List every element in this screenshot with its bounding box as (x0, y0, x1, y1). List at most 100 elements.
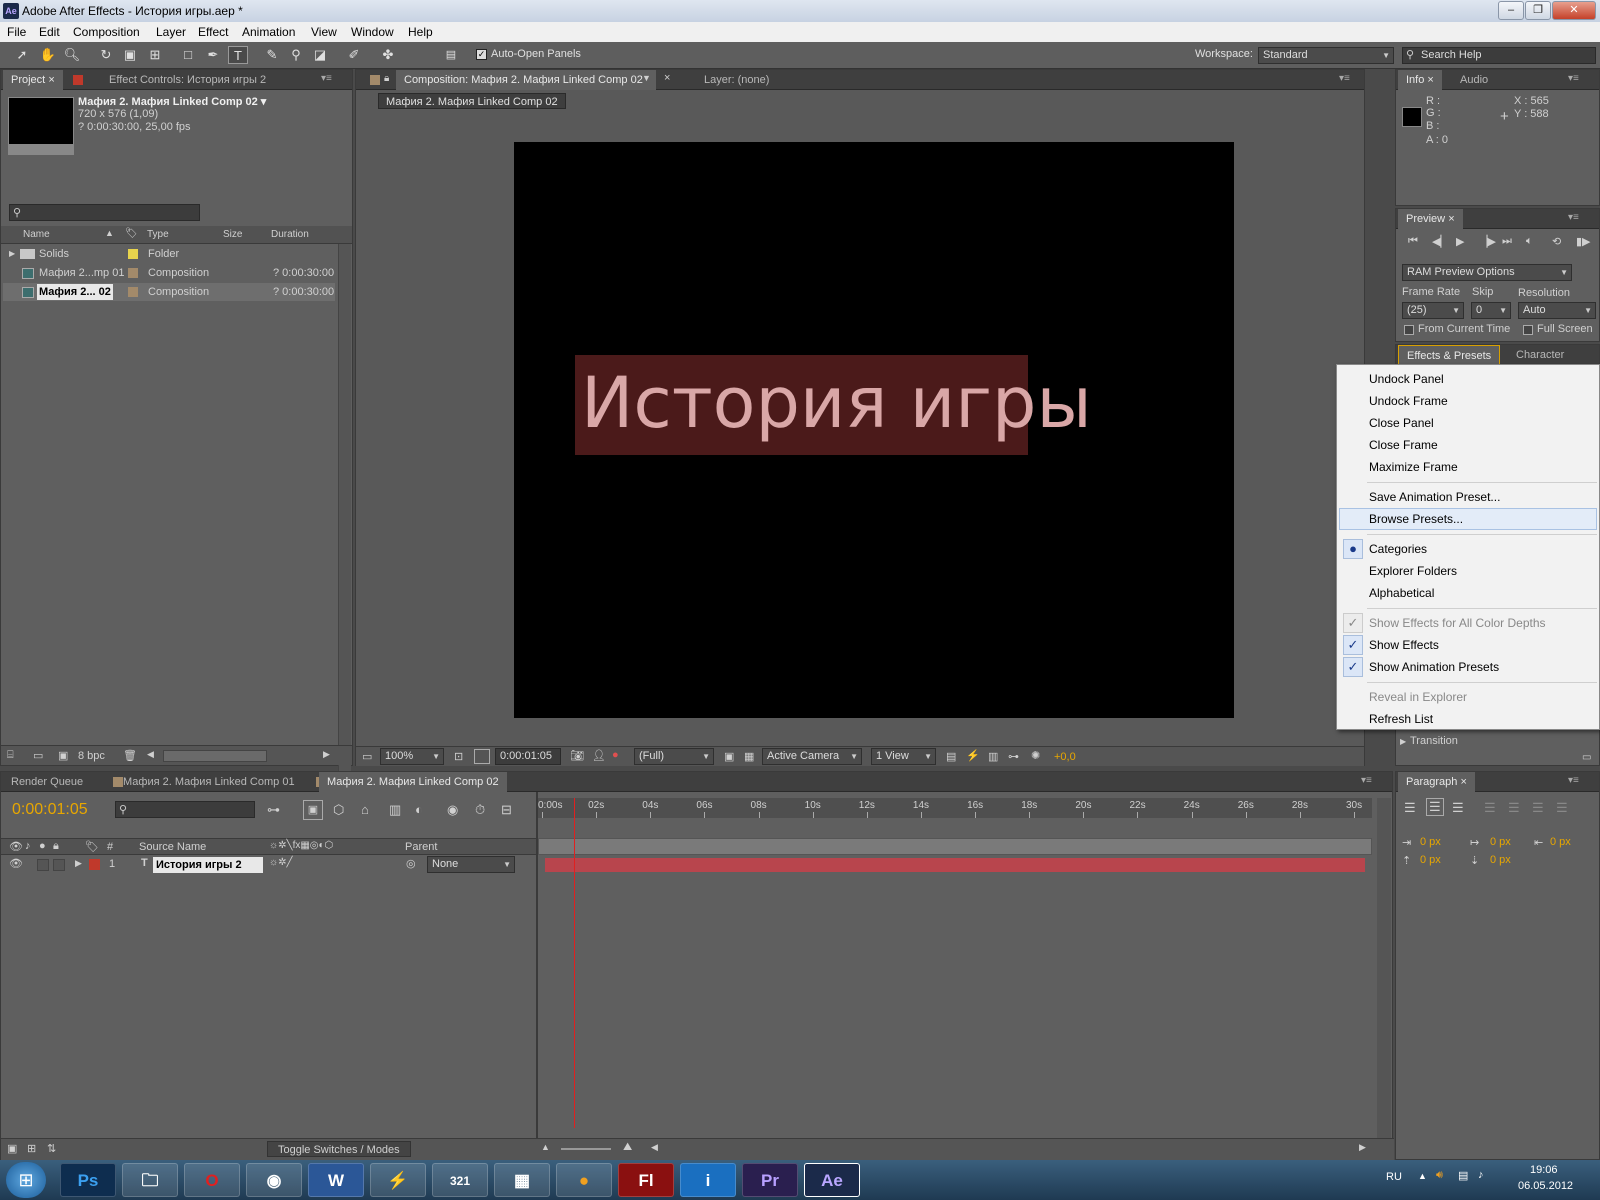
menu-save-animation-preset[interactable]: Save Animation Preset... (1369, 486, 1500, 508)
selection-tool-icon[interactable]: ➚ (12, 46, 32, 64)
panel-menu-icon[interactable]: ▾≡ (1339, 74, 1353, 84)
indent-left-value[interactable]: 0 px (1420, 836, 1441, 848)
playhead[interactable] (574, 798, 576, 1128)
pen-tool-icon[interactable]: ✒ (203, 46, 223, 64)
menu-view[interactable]: View (311, 25, 337, 39)
channels-icon[interactable]: ● (612, 749, 619, 761)
prev-frame-icon[interactable]: ◀▏ (1432, 235, 1449, 248)
comp-breadcrumb[interactable]: Мафия 2. Мафия Linked Comp 02 (378, 93, 566, 109)
interpret-footage-icon[interactable]: ⌸ (7, 749, 14, 762)
clone-stamp-tool-icon[interactable]: ⚲ (286, 46, 306, 64)
taskbar-explorer[interactable]: 🗀 (122, 1163, 178, 1197)
scroll-right-icon[interactable]: ▶ (1359, 1142, 1366, 1153)
layer-row[interactable]: 👁︎ ▶ 1 T История игры 2 ☼✲╱ ◎ None (1, 856, 536, 874)
align-right-icon[interactable]: ☰ (1452, 800, 1464, 816)
solo-toggle[interactable] (37, 859, 49, 871)
maximize-button[interactable]: ❐ (1525, 1, 1551, 20)
comp-mini-flowchart-icon[interactable]: ⊶ (267, 802, 280, 818)
timeline-scrollbar[interactable] (1377, 798, 1391, 1138)
network-tray-icon[interactable]: ▤ (1458, 1169, 1468, 1182)
brush-tool-icon[interactable]: ✎ (262, 46, 282, 64)
chevron-down-icon[interactable]: ▼ (642, 73, 651, 83)
fit-icon[interactable]: ⊡ (454, 750, 463, 763)
tab-composition[interactable]: Composition: Мафия 2. Мафия Linked Comp … (396, 70, 656, 90)
play-icon[interactable]: ▶ (1456, 235, 1464, 248)
justify-left-icon[interactable]: ☰ (1484, 800, 1496, 816)
exposure-value[interactable]: +0,0 (1054, 751, 1076, 763)
tab-comp-01[interactable]: Мафия 2. Мафия Linked Comp 01 (115, 772, 303, 792)
layer-switches[interactable]: ☼✲╱ (269, 857, 293, 868)
speaker-icon[interactable]: ♪ (1478, 1169, 1484, 1181)
menu-alphabetical[interactable]: Alphabetical (1369, 582, 1434, 604)
panel-menu-icon[interactable]: ▾≡ (1361, 776, 1375, 786)
resolution-dropdown[interactable]: Auto (1518, 302, 1596, 319)
menu-composition[interactable]: Composition (73, 25, 140, 39)
flowchart-icon[interactable]: ⊶ (1008, 750, 1019, 763)
menu-help[interactable]: Help (408, 25, 433, 39)
panel-menu-icon[interactable]: ▾≡ (321, 74, 335, 84)
transition-category[interactable]: Transition (1410, 735, 1458, 747)
start-button[interactable]: ⊞ (6, 1162, 46, 1198)
lock-icon[interactable]: 🔒︎ (384, 73, 389, 84)
rotate-tool-icon[interactable]: ↻ (96, 46, 116, 64)
parent-dropdown[interactable]: None (427, 856, 515, 873)
current-time-field[interactable]: 0:00:01:05 (495, 748, 561, 765)
menu-window[interactable]: Window (351, 25, 394, 39)
workspace-dropdown[interactable]: Standard (1258, 47, 1394, 64)
space-before-value[interactable]: 0 px (1420, 854, 1441, 866)
auto-keyframe-icon[interactable]: ⏱ (475, 802, 485, 818)
scroll-right-icon[interactable]: ▶ (323, 749, 330, 760)
close-icon[interactable]: × (1460, 776, 1466, 788)
menu-undock-frame[interactable]: Undock Frame (1369, 390, 1448, 412)
taskbar-winamp[interactable]: ⚡ (370, 1163, 426, 1197)
taskbar-aimp[interactable]: ● (556, 1163, 612, 1197)
close-icon[interactable]: × (48, 74, 54, 86)
col-name[interactable]: Name (23, 229, 50, 240)
clock-date[interactable]: 06.05.2012 (1518, 1180, 1573, 1192)
brainstorm-icon[interactable]: ◉ (447, 802, 458, 818)
close-window-button[interactable]: ✕ (1552, 1, 1596, 20)
expand-in-out-icon[interactable]: ⇅ (47, 1142, 56, 1155)
search-help-input[interactable]: ⚲ Search Help (1402, 47, 1596, 64)
col-source-name[interactable]: Source Name (139, 841, 206, 853)
zoom-slider[interactable] (561, 1148, 611, 1150)
justify-right-icon[interactable]: ☰ (1532, 800, 1544, 816)
solo-icon[interactable]: ● (39, 840, 46, 852)
toggle-switches-modes-button[interactable]: Toggle Switches / Modes (267, 1141, 411, 1157)
next-frame-icon[interactable]: ▕▶ (1479, 235, 1496, 248)
minimize-button[interactable]: – (1498, 1, 1524, 20)
eye-icon[interactable]: 👁︎ (9, 857, 23, 870)
exposure-reset-icon[interactable]: ✺ (1031, 749, 1040, 762)
expand-switches-icon[interactable]: ▣ (7, 1142, 17, 1155)
puppet-tool-icon[interactable]: ✤ (378, 46, 398, 64)
bpc-label[interactable]: 8 bpc (78, 750, 105, 762)
space-after-value[interactable]: 0 px (1490, 854, 1511, 866)
new-comp-icon[interactable]: ▣ (58, 749, 68, 762)
magnification-dropdown[interactable]: 100% (380, 748, 444, 765)
menu-show-effects[interactable]: Show Effects (1369, 634, 1439, 656)
menu-explorer-folders[interactable]: Explorer Folders (1369, 560, 1457, 582)
indent-first-value[interactable]: 0 px (1490, 836, 1511, 848)
toggle-pixel-aspect-icon[interactable]: ▤ (946, 750, 956, 763)
menu-maximize-frame[interactable]: Maximize Frame (1369, 456, 1458, 478)
taskbar-premiere[interactable]: Pr (742, 1163, 798, 1197)
timeline-current-time[interactable]: 0:00:01:05 (12, 801, 88, 819)
eye-icon[interactable]: 👁︎ (9, 840, 23, 853)
zoom-out-icon[interactable]: ▲ (541, 1142, 550, 1152)
menu-undock-panel[interactable]: Undock Panel (1369, 368, 1444, 390)
clock-time[interactable]: 19:06 (1530, 1164, 1558, 1176)
always-preview-icon[interactable]: ▭ (362, 750, 372, 763)
tab-project[interactable]: Project × (3, 70, 63, 90)
type-tool-icon[interactable]: T (228, 46, 248, 64)
rectangle-tool-icon[interactable]: □ (178, 46, 198, 64)
label-column-icon[interactable]: 🏷︎ (125, 228, 138, 239)
taskbar-flash[interactable]: Fl (618, 1163, 674, 1197)
last-frame-icon[interactable]: ⏭ (1502, 235, 1512, 248)
lock-icon[interactable]: 🔒︎ (53, 840, 59, 853)
safe-margins-icon[interactable] (474, 749, 490, 764)
first-frame-icon[interactable]: ⏮ (1408, 235, 1418, 248)
justify-all-icon[interactable]: ☰ (1556, 800, 1568, 816)
pick-whip-icon[interactable]: ◎ (406, 857, 416, 870)
align-left-icon[interactable]: ☰ (1404, 800, 1416, 816)
tab-audio[interactable]: Audio (1452, 70, 1496, 90)
